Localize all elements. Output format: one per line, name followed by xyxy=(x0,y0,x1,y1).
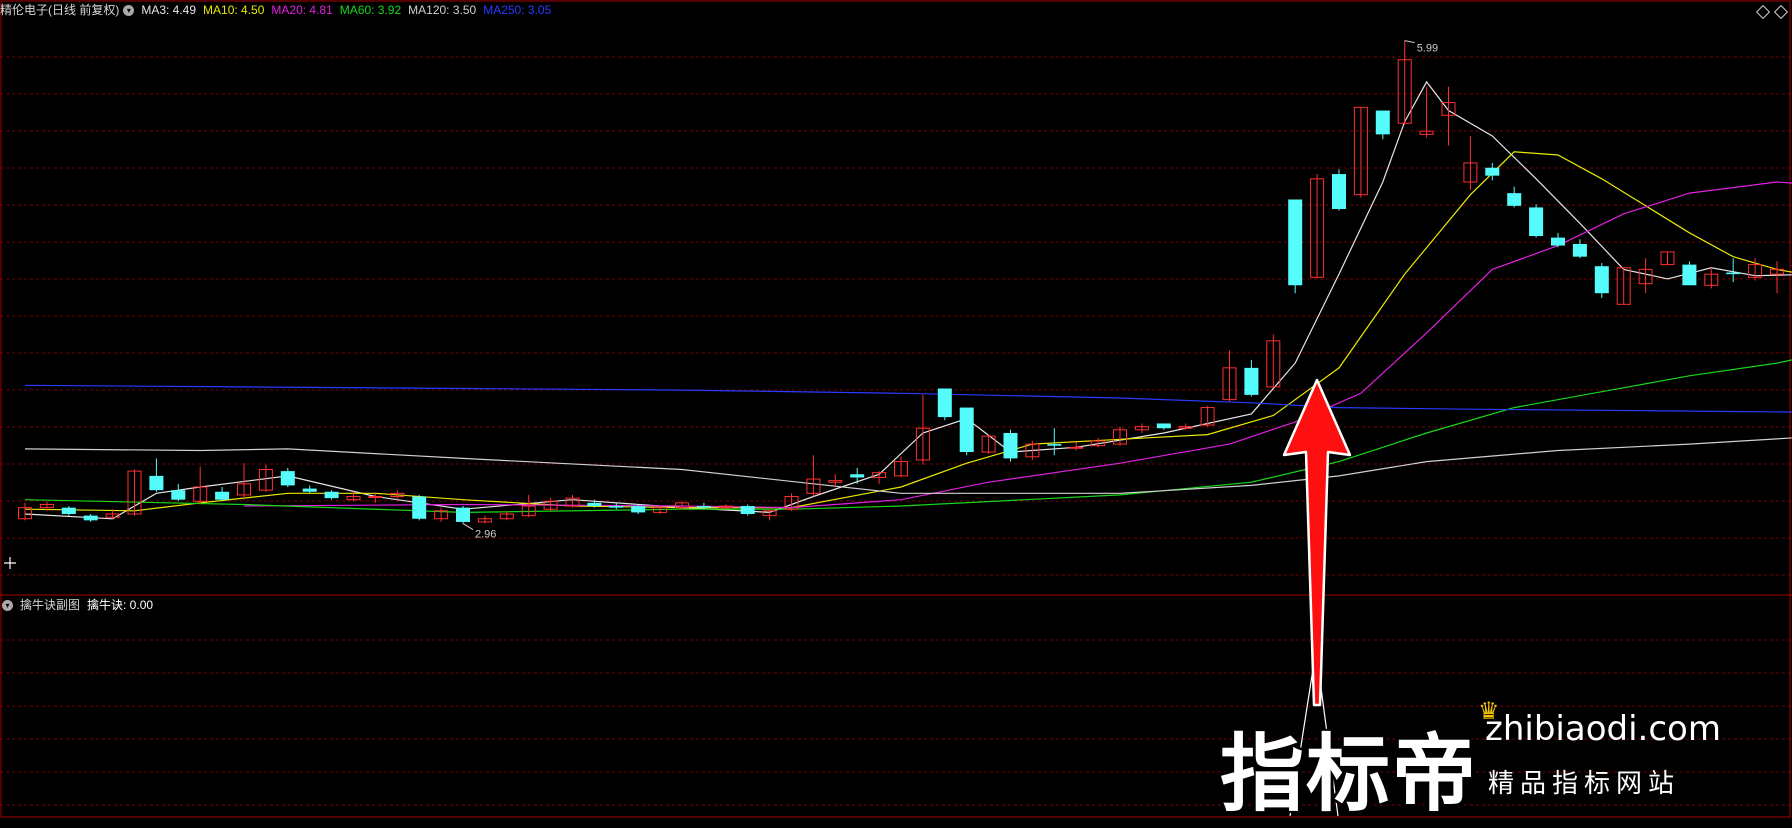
sub-chart-name: 擒牛诀副图 xyxy=(20,598,80,612)
signal-arrow-icon xyxy=(1284,380,1350,705)
candle-body xyxy=(369,497,382,498)
candle-body xyxy=(84,516,98,521)
candle-body xyxy=(456,508,470,522)
settings-circle-icon[interactable]: ▾ xyxy=(123,5,134,16)
ma10-label: MA10: 4.50 xyxy=(203,3,264,17)
sub-chart-value: 擒牛诀: 0.00 xyxy=(87,598,153,612)
candle-body xyxy=(149,476,163,490)
ma250-label: MA250: 3.05 xyxy=(483,3,551,17)
candle-body xyxy=(281,471,295,485)
candle-body xyxy=(741,506,755,514)
ma10-line xyxy=(25,152,1792,511)
stock-title: 精伦电子(日线 前复权) xyxy=(0,3,119,17)
min-price-label: 2.96 xyxy=(475,529,496,541)
candle-body xyxy=(215,492,229,500)
candle-body xyxy=(1376,111,1390,135)
watermark-subtitle: 精品指标网站 xyxy=(1488,763,1680,800)
candle-body xyxy=(1682,265,1696,286)
candle-body xyxy=(1551,238,1565,246)
settings-circle-icon[interactable]: ▾ xyxy=(2,600,13,611)
cursor-marker xyxy=(4,557,16,569)
candle-body xyxy=(1595,266,1609,293)
ma250-line xyxy=(25,385,1792,412)
max-marker xyxy=(1405,41,1415,43)
main-chart-header: 精伦电子(日线 前复权) ▾ MA3: 4.49 MA10: 4.50 MA20: 4.… xyxy=(0,0,558,20)
max-price-label: 5.99 xyxy=(1417,43,1438,55)
stock-chart: 5.99 2.96 xyxy=(0,0,1792,819)
watermark-site: zhibiaodi.com xyxy=(1485,709,1721,749)
candle-body xyxy=(303,489,317,492)
candle-body xyxy=(1070,447,1083,448)
candle-body xyxy=(1485,168,1499,176)
ma20-label: MA20: 4.81 xyxy=(271,3,332,17)
candle-body xyxy=(1573,244,1587,257)
candle-body xyxy=(938,389,952,418)
candle-body xyxy=(62,508,76,514)
chart-frame xyxy=(1,1,1790,817)
candle-body xyxy=(631,506,645,512)
sub-chart-header: ▾ 擒牛诀副图擒牛诀: 0.00 xyxy=(0,595,160,615)
ma3-label: MA3: 4.49 xyxy=(141,3,196,17)
candle-body xyxy=(1288,199,1302,285)
candle-body xyxy=(1726,273,1740,275)
candle-body xyxy=(1157,423,1171,428)
candle-body xyxy=(1529,207,1543,236)
candle-body xyxy=(697,506,711,508)
ma120-label: MA120: 3.50 xyxy=(408,3,476,17)
watermark: 指标帝 ♛ zhibiaodi.com 精品指标网站 xyxy=(1220,701,1780,811)
candle-body xyxy=(960,408,974,452)
candle-body xyxy=(587,503,601,506)
candle-body xyxy=(325,492,339,498)
watermark-logo-text: 指标帝 xyxy=(1220,707,1478,828)
candle-body xyxy=(412,497,426,519)
candle-body xyxy=(609,506,623,508)
ma60-line xyxy=(25,354,1792,513)
ma60-label: MA60: 3.92 xyxy=(340,3,401,17)
candle-body xyxy=(171,490,185,500)
candle-body xyxy=(1244,368,1258,395)
candle-body xyxy=(1507,193,1521,206)
min-marker xyxy=(463,524,473,530)
candle-body xyxy=(1332,174,1346,209)
candle-body xyxy=(850,474,864,477)
candle-body xyxy=(1047,444,1061,446)
candle-body xyxy=(1004,433,1018,458)
